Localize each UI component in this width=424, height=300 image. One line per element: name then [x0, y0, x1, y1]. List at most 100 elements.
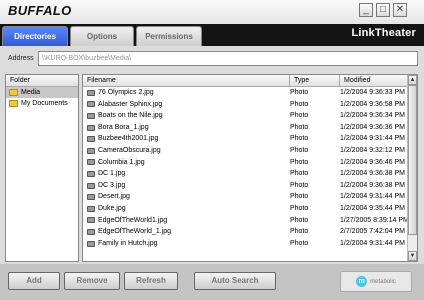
tab-strip: Directories Options Permissions LinkThea…	[0, 24, 424, 46]
modified-cell: 2/7/2005 7:42:04 PM	[340, 228, 405, 236]
table-row[interactable]: Bora Bora_1.jpg Photo 1/2/2004 9:36:36 PM	[83, 122, 409, 134]
photo-file-icon	[87, 89, 95, 96]
type-cell: Photo	[290, 228, 309, 236]
filename-text: Buzbee4th2001.jpg	[98, 135, 159, 143]
scrollbar-thumb[interactable]	[408, 85, 417, 235]
table-row[interactable]: CameraObscura.jpg Photo 1/2/2004 9:32:12 P…	[83, 145, 409, 157]
filename-cell: 76 Olympics 2.jpg	[87, 87, 285, 99]
photo-file-icon	[87, 124, 95, 131]
folder-header[interactable]: Folder	[6, 75, 78, 87]
photo-file-icon	[87, 170, 95, 177]
filename-cell: EdgeOfTheWorld_1.jpg	[87, 226, 285, 238]
modified-cell: 1/2/2004 9:36:38 PM	[340, 181, 405, 189]
auto-search-button[interactable]: Auto Search	[194, 272, 276, 290]
add-button[interactable]: Add	[8, 272, 60, 290]
photo-file-icon	[87, 159, 95, 166]
photo-file-icon	[87, 194, 95, 201]
type-cell: Photo	[290, 100, 309, 108]
filename-text: EdgeOfTheWorld_1.jpg	[98, 228, 172, 236]
filename-cell: CameraObscura.jpg	[87, 145, 285, 157]
photo-file-icon	[87, 112, 95, 119]
title-bar[interactable]: BUFFALO _ □ ✕	[0, 0, 424, 24]
vertical-scrollbar[interactable]: ▲ ▼	[407, 75, 417, 261]
photo-file-icon	[87, 228, 95, 235]
filename-cell: Family in Hutch.jpg	[87, 238, 285, 250]
photo-file-icon	[87, 101, 95, 108]
modified-cell: 1/2/2004 9:36:36 PM	[340, 123, 405, 131]
maximize-button[interactable]: □	[376, 3, 390, 17]
modified-column-header[interactable]: Modified	[340, 75, 409, 87]
table-row[interactable]: EdgeOfTheWorld1.jpg Photo 1/27/2005 8:39:1…	[83, 215, 409, 227]
filename-text: 76 Olympics 2.jpg	[98, 89, 154, 96]
filename-cell: Bora Bora_1.jpg	[87, 122, 285, 134]
modified-cell: 1/2/2004 9:36:38 PM	[340, 170, 405, 178]
table-row[interactable]: Alabaster Sphinx.jpg Photo 1/2/2004 9:36:5…	[83, 99, 409, 111]
address-field[interactable]: \\KURO-BOX\buzbee\Media\	[38, 51, 418, 66]
filename-cell: DC 1.jpg	[87, 168, 285, 180]
refresh-button[interactable]: Refresh	[124, 272, 178, 290]
table-row[interactable]: Buzbee4th2001.jpg Photo 1/2/2004 9:31:44 P…	[83, 133, 409, 145]
filename-cell: Desert.jpg	[87, 191, 285, 203]
type-cell: Photo	[290, 239, 309, 247]
table-row[interactable]: DC 3.jpg Photo 1/2/2004 9:36:38 PM	[83, 180, 409, 192]
table-row[interactable]: 76 Olympics 2.jpg Photo 1/2/2004 9:36:33 P…	[83, 87, 409, 99]
minimize-button[interactable]: _	[359, 3, 373, 17]
modified-cell: 1/2/2004 9:36:33 PM	[340, 89, 405, 96]
photo-file-icon	[87, 205, 95, 212]
type-cell: Photo	[290, 216, 309, 224]
scroll-down-button[interactable]: ▼	[408, 251, 417, 261]
type-cell: Photo	[290, 193, 309, 201]
metabolic-logo: m metabolic	[340, 271, 412, 292]
filename-cell: Alabaster Sphinx.jpg	[87, 99, 285, 111]
modified-cell: 1/2/2004 9:31:44 PM	[340, 193, 405, 201]
filename-text: DC 1.jpg	[98, 170, 126, 178]
folder-icon	[9, 89, 18, 96]
table-row[interactable]: Boats on the Nile.jpg Photo 1/2/2004 9:36:…	[83, 110, 409, 122]
folder-item-label: Media	[21, 89, 41, 96]
tab-options[interactable]: Options	[70, 26, 134, 46]
scroll-up-button[interactable]: ▲	[408, 75, 417, 85]
filename-text: Duke.jpg	[98, 204, 126, 212]
type-cell: Photo	[290, 135, 309, 143]
modified-cell: 1/2/2004 9:36:58 PM	[340, 100, 405, 108]
filename-text: CameraObscura.jpg	[98, 146, 161, 154]
filename-text: EdgeOfTheWorld1.jpg	[98, 216, 168, 224]
close-button[interactable]: ✕	[393, 3, 407, 17]
table-row[interactable]: Duke.jpg Photo 1/2/2004 9:35:44 PM	[83, 203, 409, 215]
folder-icon	[9, 100, 18, 107]
type-cell: Photo	[290, 158, 309, 166]
folder-item-media[interactable]: Media	[6, 87, 78, 98]
type-cell: Photo	[290, 170, 309, 178]
modified-cell: 1/27/2005 8:39:14 PM	[340, 216, 409, 224]
table-row[interactable]: Columbia 1.jpg Photo 1/2/2004 9:36:46 PM	[83, 157, 409, 169]
buffalo-logo: BUFFALO	[8, 3, 72, 18]
modified-cell: 1/2/2004 9:36:34 PM	[340, 112, 405, 120]
filename-column-header[interactable]: Filename	[83, 75, 290, 87]
filename-cell: EdgeOfTheWorld1.jpg	[87, 215, 285, 227]
table-row[interactable]: Desert.jpg Photo 1/2/2004 9:31:44 PM	[83, 191, 409, 203]
folder-item-my-documents[interactable]: My Documents	[6, 98, 78, 109]
type-cell: Photo	[290, 112, 309, 120]
photo-file-icon	[87, 240, 95, 247]
filename-cell: Boats on the Nile.jpg	[87, 110, 285, 122]
remove-button[interactable]: Remove	[64, 272, 120, 290]
tab-directories[interactable]: Directories	[2, 26, 68, 46]
filename-cell: Duke.jpg	[87, 203, 285, 215]
table-row[interactable]: Family in Hutch.jpg Photo 1/2/2004 9:31:44…	[83, 238, 409, 250]
photo-file-icon	[87, 136, 95, 143]
modified-cell: 1/2/2004 9:32:12 PM	[340, 146, 405, 154]
filename-text: Bora Bora_1.jpg	[98, 123, 149, 131]
file-list: Filename Type Modified 76 Olympics 2.jpg…	[82, 74, 418, 262]
photo-file-icon	[87, 147, 95, 154]
metabolic-text: metabolic	[370, 278, 396, 285]
table-row[interactable]: DC 1.jpg Photo 1/2/2004 9:36:38 PM	[83, 168, 409, 180]
tab-permissions[interactable]: Permissions	[136, 26, 202, 46]
photo-file-icon	[87, 217, 95, 224]
filename-cell: DC 3.jpg	[87, 180, 285, 192]
table-row[interactable]: EdgeOfTheWorld_1.jpg Photo 2/7/2005 7:42:0…	[83, 226, 409, 238]
type-cell: Photo	[290, 146, 309, 154]
app-window: BUFFALO _ □ ✕ Directories Options Permis…	[0, 0, 424, 300]
type-cell: Photo	[290, 181, 309, 189]
filename-text: Alabaster Sphinx.jpg	[98, 100, 163, 108]
type-column-header[interactable]: Type	[290, 75, 340, 87]
